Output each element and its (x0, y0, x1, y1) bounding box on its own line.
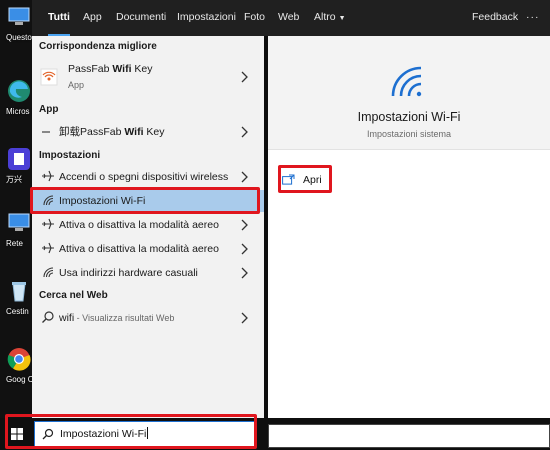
tab-all[interactable]: Tutti (48, 0, 70, 36)
tab-photos[interactable]: Foto (244, 0, 265, 36)
recycle-bin-icon (12, 282, 26, 302)
chevron-right-icon (241, 312, 248, 324)
chrome-icon (7, 348, 31, 371)
section-settings: Impostazioni (39, 150, 101, 161)
desktop-item-label: Goog Chron (6, 375, 32, 384)
app-item-name-bold: Wifi (124, 126, 144, 138)
settings-item-wireless-devices[interactable]: Accendi o spegni dispositivi wireless (32, 166, 264, 188)
wifi-icon (43, 267, 54, 278)
best-match-name-prefix: PassFab (68, 63, 113, 75)
settings-item-label: Impostazioni Wi-Fi (59, 195, 146, 207)
airplane-icon (42, 242, 54, 254)
settings-item-airplane-mode-1[interactable]: Attiva o disattiva la modalità aereo (32, 214, 264, 236)
search-input[interactable]: Impostazioni Wi-Fi (34, 421, 256, 448)
wifi-large-icon (391, 66, 422, 97)
detail-title: Impostazioni Wi-Fi (357, 110, 461, 124)
airplane-icon (42, 218, 54, 230)
settings-item-random-hardware[interactable]: Usa indirizzi hardware casuali (32, 262, 264, 284)
search-icon (42, 428, 54, 440)
settings-item-label: Usa indirizzi hardware casuali (59, 267, 198, 279)
computer-icon (8, 7, 30, 25)
section-web-search: Cerca nel Web (39, 290, 108, 301)
search-icon (42, 311, 54, 323)
caret-down-icon: ▼ (338, 15, 346, 22)
more-options-button[interactable]: ··· (526, 0, 540, 36)
settings-item-airplane-mode-2[interactable]: Attiva o disattiva la modalità aereo (32, 238, 264, 260)
desktop-item-this-pc[interactable]: Questo (0, 4, 32, 43)
search-input-value: Impostazioni Wi-Fi (60, 422, 148, 447)
open-button-label: Apri (303, 174, 322, 186)
best-match-name: PassFab Wifi Key (68, 62, 153, 76)
desktop-item-wondershare[interactable]: 万兴 (0, 146, 32, 185)
desktop-item-recycle-bin[interactable]: Cestin (0, 278, 32, 317)
wifi-icon (43, 195, 54, 206)
desktop-item-label: Micros Edge (6, 107, 32, 116)
tab-more-label: Altro (314, 11, 336, 23)
best-match-type: App (68, 80, 85, 90)
app-item-name-suffix: Key (143, 126, 165, 138)
chevron-right-icon (241, 267, 248, 279)
best-match-name-suffix: Key (131, 63, 153, 75)
feedback-button[interactable]: Feedback (472, 0, 518, 36)
desktop-item-network[interactable]: Rete (0, 210, 32, 249)
edge-icon (8, 80, 30, 102)
app-icon (8, 148, 30, 170)
app-item-name-prefix: 卸载PassFab (59, 126, 125, 138)
desktop-strip: Questo Micros Edge 万兴 Rete Cestin (0, 0, 32, 450)
desktop-item-label: Cestin (6, 307, 29, 316)
network-icon (8, 213, 30, 231)
passfab-app-icon (40, 68, 58, 86)
web-search-text: wifi - Visualizza risultati Web (59, 307, 174, 329)
tab-settings[interactable]: Impostazioni (177, 0, 236, 36)
tab-apps[interactable]: App (83, 0, 102, 36)
section-best-match: Corrispondenza migliore (39, 41, 157, 52)
detail-pane: Impostazioni Wi-Fi Impostazioni sistema … (268, 36, 550, 418)
tab-documents[interactable]: Documenti (116, 0, 166, 36)
airplane-icon (42, 170, 54, 182)
web-search-query: wifi (59, 312, 75, 324)
settings-item-label: Attiva o disattiva la modalità aereo (59, 243, 219, 255)
results-list: Corrispondenza migliore PassFab Wifi Key… (32, 36, 264, 418)
search-scope-bar: Tutti App Documenti Impostazioni Foto We… (32, 0, 550, 36)
desktop-item-label: Questo (6, 33, 32, 42)
windows-start-icon[interactable] (11, 428, 23, 440)
desktop-item-edge[interactable]: Micros Edge (0, 78, 32, 117)
section-apps: App (39, 104, 59, 115)
open-button[interactable]: Apri (282, 170, 332, 190)
settings-item-label: Attiva o disattiva la modalità aereo (59, 219, 219, 231)
desktop-item-label: Rete (6, 239, 23, 248)
chevron-right-icon (241, 219, 248, 231)
desktop-item-chrome[interactable]: Goog Chron (0, 346, 32, 385)
chevron-right-icon (241, 171, 248, 183)
app-small-icon (42, 131, 50, 133)
open-icon (282, 174, 295, 185)
settings-item-label: Accendi o spegni dispositivi wireless (59, 171, 229, 183)
web-search-hint: - Visualizza risultati Web (74, 313, 175, 323)
detail-subtitle: Impostazioni sistema (366, 129, 452, 139)
best-match-name-bold: Wifi (112, 63, 132, 75)
chevron-right-icon (241, 243, 248, 255)
chevron-right-icon (241, 126, 248, 138)
settings-item-wifi-settings[interactable]: Impostazioni Wi-Fi (32, 190, 264, 212)
web-search-item[interactable]: wifi - Visualizza risultati Web (32, 307, 264, 329)
tab-web[interactable]: Web (278, 0, 299, 36)
app-item-name: 卸载PassFab Wifi Key (59, 121, 165, 143)
best-match-item[interactable]: PassFab Wifi Key App (32, 58, 264, 96)
desktop-item-label: 万兴 (6, 175, 22, 184)
detail-header: Impostazioni Wi-Fi Impostazioni sistema (268, 36, 550, 150)
chevron-right-icon (241, 71, 248, 83)
app-item-uninstall[interactable]: 卸载PassFab Wifi Key (32, 121, 264, 143)
taskbar-blank-area (268, 424, 550, 448)
tab-more[interactable]: Altro ▼ (314, 0, 346, 36)
